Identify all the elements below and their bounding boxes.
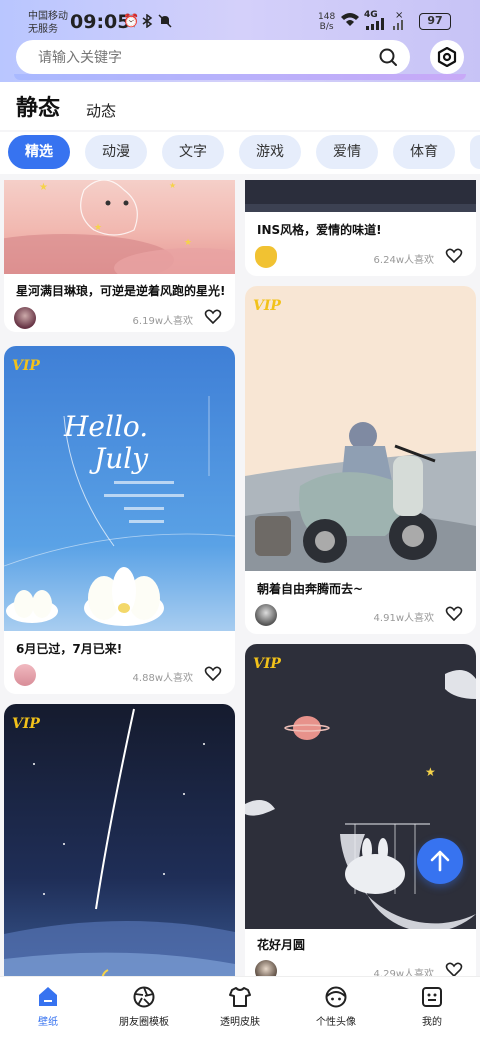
heart-icon[interactable]: [203, 664, 223, 684]
card-title: INS风格，爱情的味道!: [257, 223, 382, 237]
vip-badge: VIP: [12, 716, 40, 732]
heart-icon[interactable]: [444, 246, 464, 266]
nav-label: 个性头像: [316, 1017, 356, 1028]
wallpaper-card[interactable]: VIP 朝着自由奔腾而去~ 4.91w人喜欢: [245, 286, 476, 634]
bottom-nav: 壁纸 朋友圈模板 透明皮肤 个性头像 我的: [0, 976, 480, 1040]
card-image[interactable]: [4, 704, 235, 976]
signal-icon-2: [393, 18, 407, 34]
settings-icon: [437, 47, 457, 67]
card-image[interactable]: ★ ★ ★ ★: [4, 180, 235, 274]
wallpaper-feed[interactable]: ★ ★ ★ ★ 星河满目琳琅，可逆是逆着风跑的星光! 6.19w人喜欢 INS风…: [0, 180, 480, 976]
chip-more[interactable]: [470, 135, 480, 169]
category-chips: 精选 动漫 文字 游戏 爱情 体育: [0, 132, 480, 174]
profile-icon: [422, 987, 442, 1007]
vip-badge: VIP: [253, 656, 281, 672]
wallpaper-card[interactable]: ★ VIP 花好月圆 4.29w人喜欢: [245, 644, 476, 976]
chip-anime[interactable]: 动漫: [85, 135, 147, 169]
card-image[interactable]: [245, 286, 476, 571]
aperture-icon: [133, 986, 155, 1008]
mute-icon: [158, 14, 172, 32]
battery-indicator: 97: [419, 13, 451, 30]
wallpaper-icon: [39, 987, 57, 1006]
nav-mine[interactable]: 我的: [384, 985, 480, 1028]
wallpaper-card[interactable]: ★ ★ ★ ★ 星河满目琳琅，可逆是逆着风跑的星光! 6.19w人喜欢: [4, 180, 235, 332]
heart-icon[interactable]: [203, 307, 223, 327]
card-image[interactable]: [245, 180, 476, 212]
likes-count: 6.24w人喜欢: [373, 255, 434, 266]
card-image[interactable]: Hello. July: [4, 346, 235, 631]
tshirt-icon: [229, 987, 251, 1007]
card-image[interactable]: ★: [245, 644, 476, 929]
nav-avatar[interactable]: 个性头像: [288, 985, 384, 1028]
nav-moments-template[interactable]: 朋友圈模板: [96, 985, 192, 1028]
signal-icon: [366, 18, 388, 34]
likes-count: 4.29w人喜欢: [373, 969, 434, 976]
avatar[interactable]: [14, 664, 36, 686]
net-speed-unit: B/s: [319, 22, 334, 32]
chip-sports[interactable]: 体育: [393, 135, 455, 169]
svg-text:★: ★: [94, 223, 102, 233]
status-time: 09:05: [70, 11, 131, 33]
nav-label: 透明皮肤: [220, 1017, 260, 1028]
bluetooth-icon: [141, 13, 153, 32]
top-tabs: 静态 动态: [0, 82, 480, 130]
search-input[interactable]: [38, 40, 368, 74]
heart-icon[interactable]: [444, 960, 464, 976]
nav-label: 壁纸: [38, 1017, 58, 1028]
art-text-july: July: [89, 442, 149, 475]
wallpaper-card[interactable]: Hello. July VIP 6月已过，7月已来! 4.88w人喜欢: [4, 346, 235, 694]
card-title: 星河满目琳琅，可逆是逆着风跑的星光!: [16, 284, 226, 298]
svg-text:★: ★: [184, 238, 192, 248]
chip-featured[interactable]: 精选: [8, 135, 70, 169]
carrier-service: 无服务: [28, 24, 58, 35]
svg-text:★: ★: [425, 765, 436, 779]
arrow-up-icon: [430, 850, 450, 872]
card-title: 6月已过，7月已来!: [16, 642, 123, 656]
chip-game[interactable]: 游戏: [239, 135, 301, 169]
chip-love[interactable]: 爱情: [316, 135, 378, 169]
carrier-name: 中国移动: [28, 11, 68, 22]
nav-transparent-skin[interactable]: 透明皮肤: [192, 985, 288, 1028]
wifi-icon: [340, 12, 360, 32]
likes-count: 4.91w人喜欢: [373, 613, 434, 624]
net-speed: 148 B/s: [318, 12, 335, 32]
avatar[interactable]: [14, 307, 36, 329]
likes-count: 6.19w人喜欢: [132, 316, 193, 327]
heart-icon[interactable]: [444, 604, 464, 624]
tab-static[interactable]: 静态: [16, 90, 60, 122]
svg-text:★: ★: [39, 182, 48, 193]
face-icon: [325, 986, 347, 1008]
header-accent-bar: [14, 74, 466, 80]
svg-text:★: ★: [169, 181, 176, 190]
wallpaper-card[interactable]: VIP: [4, 704, 235, 976]
art-text-hello: Hello.: [63, 410, 148, 443]
avatar[interactable]: [255, 604, 277, 626]
wallpaper-card[interactable]: INS风格，爱情的味道! 6.24w人喜欢: [245, 180, 476, 276]
carrier-info: 中国移动 无服务: [28, 10, 68, 36]
search-bar[interactable]: [16, 40, 410, 74]
alarm-icon: ⏰: [123, 14, 140, 29]
settings-button[interactable]: [430, 40, 464, 74]
avatar[interactable]: [255, 960, 277, 976]
avatar[interactable]: [255, 246, 277, 268]
back-to-top-button[interactable]: [417, 838, 463, 884]
card-title: 花好月圆: [257, 938, 306, 952]
likes-count: 4.88w人喜欢: [132, 673, 193, 684]
nav-label: 我的: [422, 1017, 442, 1028]
chip-text[interactable]: 文字: [162, 135, 224, 169]
nav-wallpaper[interactable]: 壁纸: [0, 985, 96, 1028]
vip-badge: VIP: [12, 358, 40, 374]
vip-badge: VIP: [253, 298, 281, 314]
nav-label: 朋友圈模板: [119, 1017, 169, 1028]
net-speed-value: 148: [318, 12, 336, 22]
search-icon[interactable]: [378, 47, 398, 67]
tab-dynamic[interactable]: 动态: [86, 100, 116, 121]
card-title: 朝着自由奔腾而去~: [257, 582, 364, 596]
status-bar: 中国移动 无服务 09:05 ⏰ 148 B/s 4G × 97: [0, 8, 480, 38]
